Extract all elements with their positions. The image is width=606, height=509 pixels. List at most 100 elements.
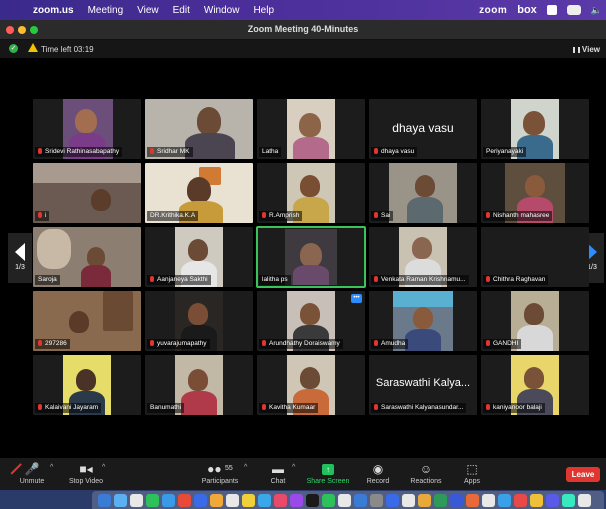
volume-icon[interactable]: 🔈 bbox=[591, 5, 602, 16]
view-label: View bbox=[581, 45, 600, 54]
participants-options-caret-icon[interactable]: ^ bbox=[244, 464, 247, 471]
maps-app-icon[interactable] bbox=[258, 494, 271, 507]
box-status-icon[interactable]: box bbox=[517, 4, 537, 16]
participant-tile[interactable]: R.Amprish bbox=[257, 163, 365, 223]
menu-help[interactable]: Help bbox=[246, 5, 281, 16]
view-button[interactable]: View bbox=[572, 45, 600, 54]
menu-meeting[interactable]: Meeting bbox=[81, 5, 131, 16]
participant-tile[interactable]: Sridhar MK bbox=[145, 99, 253, 159]
tv-app-icon[interactable] bbox=[306, 494, 319, 507]
participant-tile[interactable]: Venkata Raman Krishnamu... bbox=[369, 227, 477, 287]
audio-options-caret-icon[interactable]: ^ bbox=[50, 464, 53, 471]
textedit-app-icon[interactable] bbox=[338, 494, 351, 507]
participant-face bbox=[523, 111, 545, 135]
facetime-app-icon[interactable] bbox=[194, 494, 207, 507]
whatsapp-app-icon[interactable] bbox=[562, 494, 575, 507]
participant-tile[interactable]: Banumathi bbox=[145, 355, 253, 415]
menu-view[interactable]: View bbox=[130, 5, 166, 16]
calendar-app-icon[interactable] bbox=[210, 494, 223, 507]
screen-status-icon[interactable] bbox=[546, 5, 557, 15]
participant-tile[interactable]: Latha bbox=[257, 99, 365, 159]
mic-muted-icon bbox=[262, 340, 266, 346]
acrobat-app-icon[interactable] bbox=[514, 494, 527, 507]
participant-name: Sai bbox=[371, 211, 394, 221]
unmute-label: Unmute bbox=[19, 478, 45, 485]
chevron-left-icon bbox=[15, 243, 25, 261]
participant-tile[interactable]: 297286 bbox=[33, 291, 141, 351]
teams-app-icon[interactable] bbox=[546, 494, 559, 507]
ceiling-area bbox=[33, 163, 141, 183]
participant-tile[interactable]: Nishanth mahasree bbox=[481, 163, 589, 223]
participant-name-text: Kalaivani Jayaram bbox=[45, 404, 99, 411]
appstore-app-icon[interactable] bbox=[354, 494, 367, 507]
word-app-icon[interactable] bbox=[450, 494, 463, 507]
participant-tile[interactable]: Kalaivani Jayaram bbox=[33, 355, 141, 415]
participant-tile[interactable]: Kavitha Kumaar bbox=[257, 355, 365, 415]
numbers-app-icon[interactable] bbox=[322, 494, 335, 507]
chrome-app-icon[interactable] bbox=[402, 494, 415, 507]
chat-options-caret-icon[interactable]: ^ bbox=[292, 464, 295, 471]
participant-name-text: R.Amprish bbox=[269, 212, 300, 219]
participants-button[interactable]: ●● 55 Participants bbox=[194, 461, 246, 485]
share-screen-button[interactable]: ↑ Share Screen bbox=[302, 461, 354, 485]
more-options-icon[interactable]: ••• bbox=[351, 294, 362, 303]
zoom-app-icon[interactable] bbox=[386, 494, 399, 507]
participant-tile[interactable]: GANDHI bbox=[481, 291, 589, 351]
participant-tile[interactable]: Saraswathi Kalya... Saraswathi Kalyanasu… bbox=[369, 355, 477, 415]
participant-name-text: DR.Krithika.K.A bbox=[150, 212, 196, 219]
menu-window[interactable]: Window bbox=[197, 5, 247, 16]
box-app-icon[interactable] bbox=[498, 494, 511, 507]
reactions-button[interactable]: ☺ Reactions bbox=[400, 461, 452, 485]
downloads-folder-icon[interactable] bbox=[578, 494, 591, 507]
chat-button[interactable]: ▬ Chat bbox=[252, 461, 304, 485]
participant-tile[interactable]: yuvarajumapathy bbox=[145, 291, 253, 351]
security-shield-icon[interactable]: ✓ bbox=[9, 44, 18, 53]
participant-tile[interactable]: Amudha bbox=[369, 291, 477, 351]
participants-icon: ●● 55 bbox=[207, 462, 233, 476]
participant-name-text: Sridhar MK bbox=[157, 148, 190, 155]
podcasts-app-icon[interactable] bbox=[290, 494, 303, 507]
excel-app-icon[interactable] bbox=[434, 494, 447, 507]
participant-face bbox=[412, 237, 432, 259]
mail-app-icon[interactable] bbox=[162, 494, 175, 507]
participant-name: GANDHI bbox=[483, 339, 522, 349]
participant-tile[interactable]: DR.Krithika.K.A bbox=[145, 163, 253, 223]
finder-app-icon[interactable] bbox=[98, 494, 111, 507]
participant-tile[interactable]: Periyanayaki bbox=[481, 99, 589, 159]
powerpoint-app-icon[interactable] bbox=[466, 494, 479, 507]
preview-app-icon[interactable] bbox=[482, 494, 495, 507]
leave-button[interactable]: Leave bbox=[566, 467, 600, 482]
participant-tile[interactable]: i bbox=[33, 163, 141, 223]
menu-edit[interactable]: Edit bbox=[166, 5, 197, 16]
participant-tile-active-speaker[interactable]: lalitha ps bbox=[256, 226, 366, 288]
video-options-caret-icon[interactable]: ^ bbox=[102, 464, 105, 471]
record-button[interactable]: ◉ Record bbox=[352, 461, 404, 485]
participant-video bbox=[287, 99, 335, 159]
mic-muted-icon bbox=[150, 340, 154, 346]
participant-tile[interactable]: kaniyanoor balaji bbox=[481, 355, 589, 415]
messages-app-icon[interactable] bbox=[146, 494, 159, 507]
participant-name-text: Saroja bbox=[38, 276, 57, 283]
settings-app-icon[interactable] bbox=[370, 494, 383, 507]
apps-button[interactable]: ⬚ Apps bbox=[446, 461, 498, 485]
menu-app-name[interactable]: zoom.us bbox=[26, 5, 81, 16]
safari-app-icon[interactable] bbox=[130, 494, 143, 507]
notes-app-icon[interactable] bbox=[242, 494, 255, 507]
photos-app-icon[interactable] bbox=[178, 494, 191, 507]
participant-tile[interactable]: Sridevi Rathinasabapathy bbox=[33, 99, 141, 159]
cloud-status-icon[interactable] bbox=[566, 5, 581, 15]
mic-muted-icon bbox=[262, 212, 266, 218]
previous-page-button[interactable]: 1/3 bbox=[8, 233, 32, 283]
participant-tile[interactable]: Saroja bbox=[33, 227, 141, 287]
contacts-app-icon[interactable] bbox=[226, 494, 239, 507]
participant-tile[interactable]: dhaya vasu dhaya vasu bbox=[369, 99, 477, 159]
launchpad-app-icon[interactable] bbox=[114, 494, 127, 507]
firefox-app-icon[interactable] bbox=[418, 494, 431, 507]
vlc-app-icon[interactable] bbox=[530, 494, 543, 507]
music-app-icon[interactable] bbox=[274, 494, 287, 507]
zoom-status-text[interactable]: zoom bbox=[479, 5, 507, 16]
participant-tile[interactable]: ••• Arundhathy Doraiswamy bbox=[257, 291, 365, 351]
participant-tile[interactable]: Aanjaneya Sakthi bbox=[145, 227, 253, 287]
participant-tile[interactable]: Chithra Raghavan bbox=[481, 227, 589, 287]
participant-tile[interactable]: Sai bbox=[369, 163, 477, 223]
